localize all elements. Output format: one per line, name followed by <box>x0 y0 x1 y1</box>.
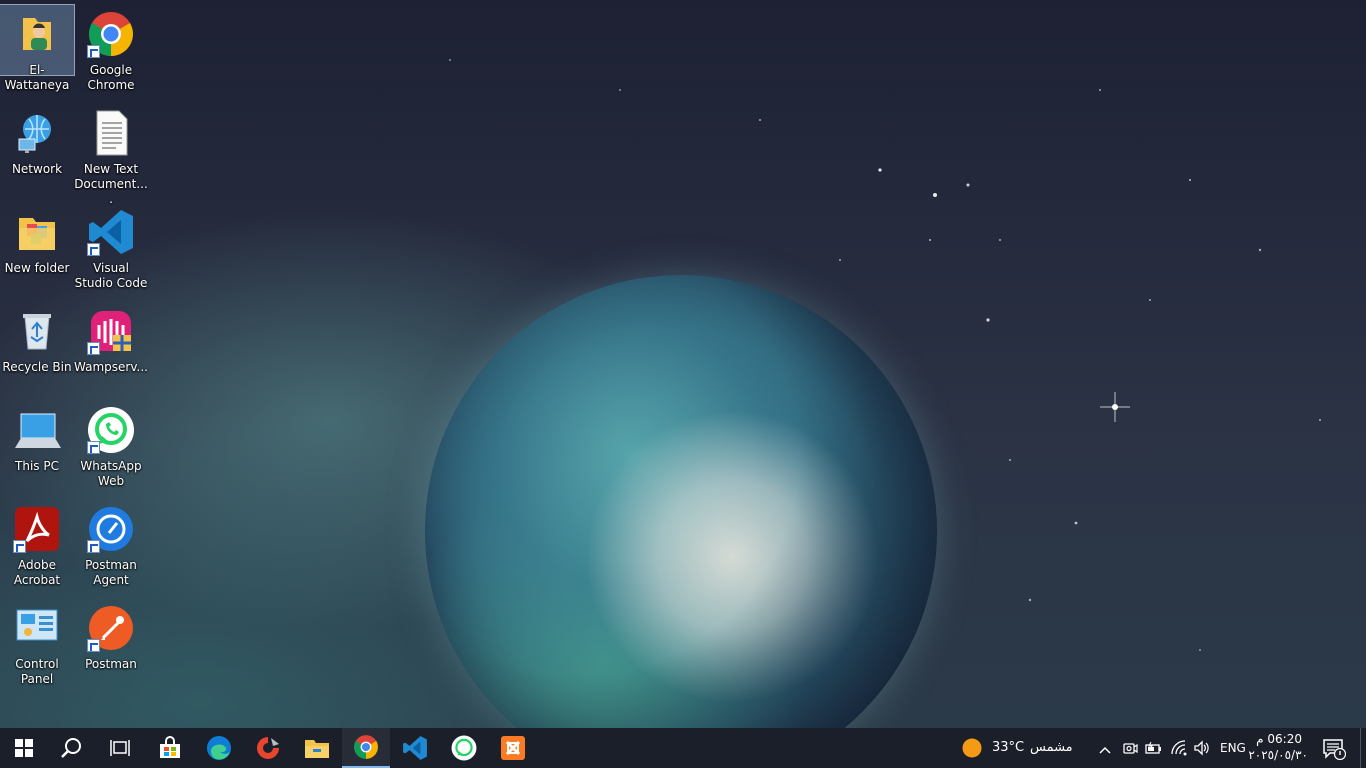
icon-label: Postman <box>85 657 137 671</box>
ccleaner-icon <box>257 737 279 759</box>
clock[interactable]: 06:20 م ٢٠٢٥/٠٥/٣٠ <box>1248 730 1310 766</box>
task-view-button[interactable] <box>96 728 144 768</box>
whatsapp-icon <box>451 735 477 761</box>
file-explorer-icon <box>305 740 329 758</box>
icon-label: El-Wattaneya <box>4 63 70 92</box>
desktop-icon-postman-agent[interactable]: Postman Agent <box>74 500 148 588</box>
sun-icon <box>962 738 982 758</box>
desktop-icon-adobe-acrobat[interactable]: Adobe Acrobat <box>0 500 74 588</box>
vscode-icon <box>87 208 135 256</box>
tray-battery[interactable] <box>1145 741 1163 760</box>
icon-label: WhatsApp Web <box>80 459 142 488</box>
taskbar-file-explorer[interactable] <box>293 728 341 768</box>
xampp-icon <box>501 736 525 760</box>
folder-icon <box>13 208 61 256</box>
taskbar-chrome[interactable] <box>342 728 390 768</box>
desktop-icon-control-panel[interactable]: Control Panel <box>0 599 74 687</box>
tray-network[interactable] <box>1170 739 1188 761</box>
icon-label: This PC <box>15 459 59 473</box>
icon-label: Google Chrome <box>87 63 135 92</box>
battery-icon <box>1145 741 1161 754</box>
search-button[interactable] <box>48 728 96 768</box>
chrome-icon <box>87 10 135 58</box>
desktop-icon-recycle-bin[interactable]: Recycle Bin <box>0 302 74 375</box>
network-icon <box>13 109 61 157</box>
icon-label: Visual Studio Code <box>74 261 148 290</box>
weather-temperature: 33°C <box>992 740 1025 755</box>
vscode-icon <box>403 736 427 760</box>
computer-icon <box>13 406 61 454</box>
shortcut-arrow-icon <box>87 243 100 256</box>
desktop-icon-visual-studio-code[interactable]: Visual Studio Code <box>74 203 148 291</box>
tray-volume[interactable] <box>1193 740 1211 760</box>
start-button[interactable] <box>0 728 48 768</box>
desktop-icon-google-chrome[interactable]: Google Chrome <box>74 5 148 93</box>
taskbar: 33°C مشمس ENG 06:20 م ٢٠٢٥/٠٥/٣٠ <box>0 728 1366 768</box>
desktop-icon-wampserver[interactable]: Wampserv... <box>74 302 148 375</box>
taskbar-xampp[interactable] <box>489 728 537 768</box>
chrome-icon <box>354 735 378 759</box>
postman-icon <box>87 604 135 652</box>
taskbar-edge[interactable] <box>195 728 243 768</box>
notification-icon <box>1323 739 1347 761</box>
wampserver-icon <box>87 307 135 355</box>
weather-condition: مشمس <box>1030 740 1073 755</box>
recycle-bin-icon <box>13 307 61 355</box>
microsoft-store-icon <box>160 736 180 758</box>
shortcut-arrow-icon <box>87 639 100 652</box>
text-document-icon <box>87 109 135 157</box>
icon-label: New folder <box>4 261 70 275</box>
taskbar-whatsapp[interactable] <box>440 728 488 768</box>
action-center-button[interactable] <box>1322 738 1347 764</box>
show-hidden-icons-button[interactable] <box>1098 741 1112 760</box>
control-panel-icon <box>13 604 61 652</box>
chevron-up-icon <box>1099 746 1111 754</box>
tray-camera[interactable] <box>1122 740 1138 760</box>
weather-widget[interactable] <box>962 738 982 762</box>
shortcut-arrow-icon <box>87 540 100 553</box>
whatsapp-icon <box>87 406 135 454</box>
icon-label: Network <box>11 162 63 176</box>
shortcut-arrow-icon <box>13 540 26 553</box>
shortcut-arrow-icon <box>87 45 100 58</box>
desktop-icon-new-text-document[interactable]: New Text Document.... <box>74 104 148 207</box>
adobe-acrobat-icon <box>13 505 61 553</box>
icon-label: Recycle Bin <box>2 360 72 374</box>
desktop-icon-network[interactable]: Network <box>0 104 74 177</box>
edge-icon <box>207 736 231 760</box>
clock-time: 06:20 م <box>1256 732 1302 746</box>
desktop-icon-postman[interactable]: Postman <box>74 599 148 672</box>
input-language-indicator[interactable]: ENG <box>1220 741 1246 755</box>
icon-label: Wampserv... <box>74 360 148 374</box>
desktop-wallpaper <box>0 0 1366 728</box>
task-view-icon <box>110 740 130 756</box>
taskbar-ccleaner[interactable] <box>244 728 292 768</box>
wifi-icon <box>1171 740 1187 756</box>
user-folder-icon <box>13 10 61 58</box>
camera-icon <box>1123 743 1138 754</box>
taskbar-microsoft-store[interactable] <box>146 728 194 768</box>
icon-label: Postman Agent <box>85 558 137 587</box>
show-desktop-button[interactable] <box>1360 728 1366 768</box>
desktop-icon-whatsapp-web[interactable]: WhatsApp Web <box>74 401 148 489</box>
clock-date: ٢٠٢٥/٠٥/٣٠ <box>1248 748 1308 762</box>
postman-agent-icon <box>87 505 135 553</box>
volume-icon <box>1194 740 1209 756</box>
icon-label: New Text Document.... <box>74 162 148 206</box>
icon-label: Control Panel <box>15 657 59 686</box>
desktop-icon-new-folder[interactable]: New folder <box>0 203 74 276</box>
shortcut-arrow-icon <box>87 441 100 454</box>
windows-logo-icon <box>15 739 33 757</box>
taskbar-vscode[interactable] <box>391 728 439 768</box>
search-icon <box>61 738 81 758</box>
icon-label: Adobe Acrobat <box>13 558 61 587</box>
shortcut-arrow-icon <box>87 342 100 355</box>
desktop-icon-this-pc[interactable]: This PC <box>0 401 74 474</box>
desktop-icon-el-wattaneya[interactable]: El-Wattaneya <box>0 4 75 92</box>
